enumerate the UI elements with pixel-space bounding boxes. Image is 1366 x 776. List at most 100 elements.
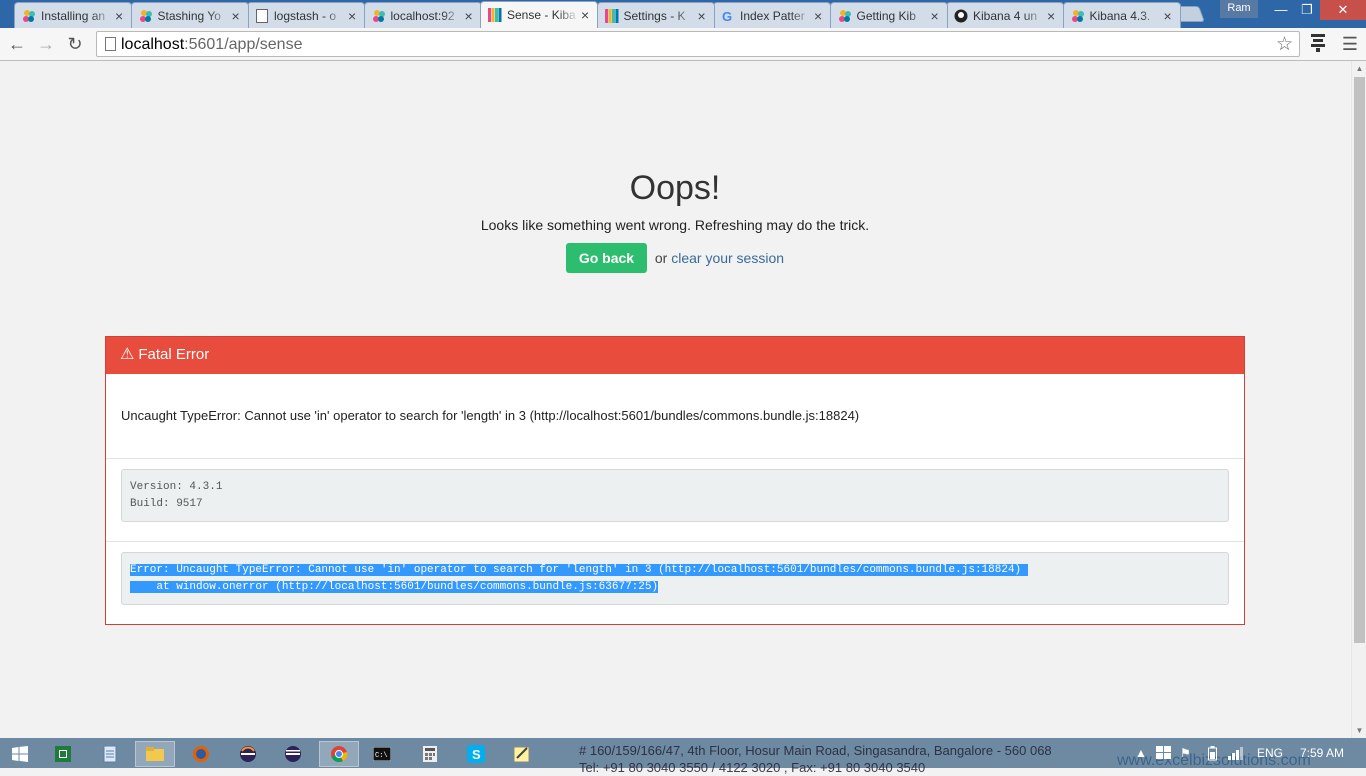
page-icon [105,37,116,51]
address-bar[interactable]: localhost:5601/app/sense ☆ [96,31,1300,57]
scrollbar-thumb[interactable] [1354,77,1365,643]
calculator-icon[interactable] [410,741,450,767]
svg-text:C:\: C:\ [375,752,388,760]
url-path: :5601/app/sense [184,36,303,53]
stack-trace[interactable]: Error: Uncaught TypeError: Cannot use 'i… [121,552,1229,605]
tab-close-icon[interactable]: × [1164,8,1176,24]
warning-icon: ⚠ [120,346,135,363]
go-back-button[interactable]: Go back [565,243,647,273]
tab-close-icon[interactable]: × [465,8,477,24]
tab-1[interactable]: Installing an × [14,2,132,28]
svg-text:G: G [722,9,732,23]
page-icon [254,8,270,24]
tab-title: logstash - o [274,8,337,23]
windows-start-icon[interactable] [0,741,40,767]
file-explorer-icon[interactable] [135,741,175,767]
minimize-button[interactable]: — [1268,0,1294,20]
back-icon[interactable]: ← [6,33,28,55]
stack-line: Error: Uncaught TypeError: Cannot use 'i… [130,564,1028,576]
elastic-icon [138,8,154,24]
error-lead-text: Looks like something went wrong. Refresh… [480,217,870,233]
tab-8[interactable]: Getting Kib × [829,2,948,28]
notes-icon[interactable] [502,741,542,767]
tab-title: localhost:92 [390,8,455,23]
skype-icon[interactable]: S [456,741,496,767]
tab-close-icon[interactable]: × [348,8,360,24]
forward-icon[interactable]: → [35,33,57,55]
tab-close-icon[interactable]: × [931,8,943,24]
maximize-button[interactable]: ❐ [1294,0,1320,20]
tab-close-icon[interactable]: × [814,8,826,24]
action-center-flag-icon[interactable]: ⚑ [1180,746,1191,760]
language-indicator[interactable]: ENG [1257,746,1283,760]
fatal-error-header: ⚠ Fatal Error [106,337,1244,374]
page-scrollbar[interactable]: ▲ ▼ [1351,61,1366,738]
tab-title: Getting Kib [856,8,916,23]
tab-close-icon[interactable]: × [581,7,593,23]
tab-close-icon[interactable]: × [115,8,127,24]
or-text: or [654,250,668,266]
divider [106,541,1244,542]
eclipse-icon[interactable] [273,741,313,767]
tab-title: Sense - Kiba [507,8,576,22]
tab-close-icon[interactable]: × [232,8,244,24]
stack-line: at window.onerror (http://localhost:5601… [130,581,659,593]
excel-icon[interactable] [43,741,83,767]
svg-text:S: S [472,747,481,762]
address-line: # 160/159/166/47, 4th Floor, Hosur Main … [579,743,1052,758]
scroll-down-icon[interactable]: ▼ [1352,723,1366,738]
tab-title: Stashing Yo [157,8,221,23]
tab-9[interactable]: Kibana 4 un × [946,2,1064,28]
clear-session-link[interactable]: clear your session [671,250,784,266]
notepad-icon[interactable] [90,741,130,767]
version-line: Version: 4.3.1 [130,481,223,493]
tab-close-icon[interactable]: × [1047,8,1059,24]
bookmark-star-icon[interactable]: ☆ [1276,33,1293,56]
tab-title: Kibana 4 un [973,8,1038,23]
fatal-error-message: Uncaught TypeError: Cannot use 'in' oper… [121,408,860,423]
url-host: localhost [121,36,185,53]
extension-icon[interactable] [1308,33,1328,55]
tab-title: Index Patter [740,8,805,23]
elastic-icon [21,8,37,24]
fatal-error-title: Fatal Error [138,346,210,363]
tab-title: Installing an [41,8,106,23]
window-close-button[interactable]: ✕ [1320,0,1366,20]
firefox-icon[interactable] [181,741,221,767]
fatal-error-panel: ⚠ Fatal Error Uncaught TypeError: Cannot … [105,336,1245,625]
tab-5[interactable]: Sense - Kiba × [480,1,598,28]
profile-button[interactable]: Ram [1220,0,1258,18]
elastic-icon [1070,8,1086,24]
tab-title: Settings - K [623,8,686,23]
google-icon: G [720,8,736,24]
chrome-icon[interactable] [319,741,359,767]
reload-icon[interactable]: ↻ [64,33,86,55]
desktop-icon[interactable] [1156,746,1172,763]
tab-4[interactable]: localhost:92 × [363,2,482,28]
clock[interactable]: 7:59 AM [1300,746,1344,760]
network-signal-icon[interactable] [1228,746,1244,763]
elastic-icon [371,8,387,24]
watermark-address: # 160/159/166/47, 4th Floor, Hosur Main … [579,742,1052,776]
tab-close-icon[interactable]: × [698,8,710,24]
tray-chevron-icon[interactable]: ▲ [1135,746,1147,760]
tab-3[interactable]: logstash - o × [247,2,365,28]
tab-7[interactable]: G Index Patter × [713,2,831,28]
cmd-icon[interactable]: C:\ [362,741,402,767]
scroll-up-icon[interactable]: ▲ [1352,61,1366,76]
kibana-icon [604,8,620,24]
tab-strip: Installing an × Stashing Yo × logstash - o × l… [0,0,1366,28]
tab-title: Kibana 4.3. [1089,8,1151,23]
chrome-menu-icon[interactable]: ☰ [1340,33,1360,55]
github-icon [953,8,969,24]
tab-10[interactable]: Kibana 4.3. × [1062,2,1181,28]
divider [106,458,1244,459]
eclipse-icon[interactable] [228,741,268,767]
browser-toolbar: ← → ↻ localhost:5601/app/sense ☆ ☰ [0,28,1366,61]
tab-6[interactable]: Settings - K × [596,2,715,28]
elastic-icon [837,8,853,24]
page-viewport: Oops! Looks like something went wrong. R… [0,61,1366,738]
version-info: Version: 4.3.1 Build: 9517 [121,469,1229,522]
battery-icon[interactable] [1208,746,1217,764]
tab-2[interactable]: Stashing Yo × [130,2,249,28]
